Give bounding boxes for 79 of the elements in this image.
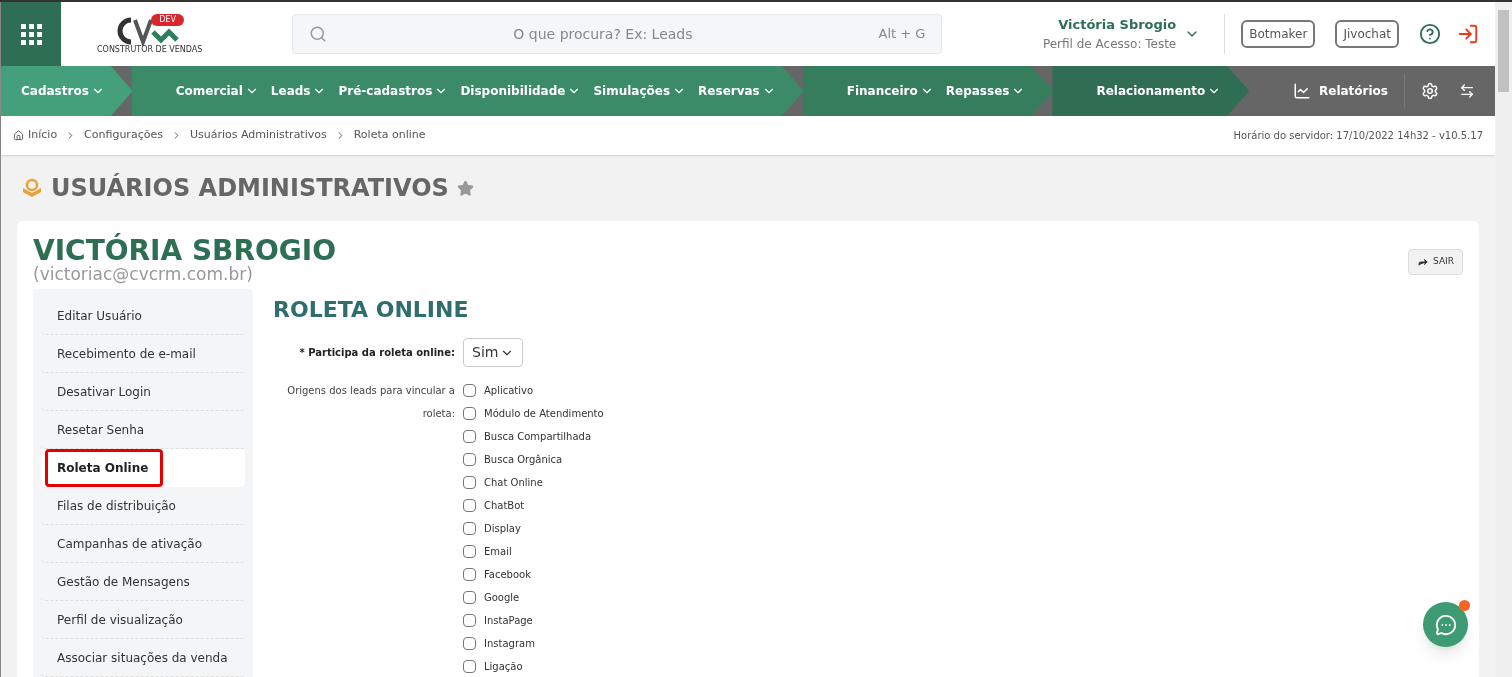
apps-grid-button[interactable] xyxy=(1,2,61,66)
checkbox[interactable] xyxy=(463,499,476,513)
search-input[interactable]: O que procura? Ex: Leads xyxy=(327,23,879,45)
checkbox-option[interactable]: Ligação xyxy=(463,655,604,677)
logout-icon[interactable] xyxy=(1457,23,1479,45)
sidebar-item[interactable]: Perfil de visualização xyxy=(41,601,245,640)
menu-item[interactable]: Financeiro xyxy=(846,82,934,100)
share-arrow-icon xyxy=(1417,256,1430,268)
section-title: ROLETA ONLINE xyxy=(273,296,470,325)
sidebar-item[interactable]: Recebimento de e-mail xyxy=(41,335,245,374)
checkbox[interactable] xyxy=(463,522,476,536)
sidebar-item[interactable]: Filas de distribuição xyxy=(41,487,245,526)
sidebar-item[interactable]: Desativar Login xyxy=(41,373,245,412)
breadcrumb-link[interactable]: Configurações xyxy=(84,127,163,144)
menu-item[interactable]: Reservas xyxy=(698,82,776,100)
sidebar-item[interactable]: Campanhas de ativação xyxy=(41,525,245,564)
checkbox[interactable] xyxy=(463,545,476,559)
checkbox[interactable] xyxy=(463,568,476,582)
menu-item[interactable]: Simulações xyxy=(593,82,687,100)
breadcrumb-link[interactable]: Usuários Administrativos xyxy=(189,127,327,144)
checkbox-option[interactable]: Instagram xyxy=(463,632,604,656)
checkbox[interactable] xyxy=(463,637,476,651)
shortcut-hint: Alt + G xyxy=(878,25,926,44)
gear-box-icon xyxy=(21,178,43,198)
breadcrumb-link[interactable]: Roleta online xyxy=(353,127,426,144)
swap-arrows-icon[interactable] xyxy=(1459,83,1475,99)
chat-bubble-icon xyxy=(1434,613,1457,636)
user-email: (victoriac@cvcrm.com.br) xyxy=(33,264,254,286)
select-field[interactable]: Sim xyxy=(463,338,523,368)
checkbox[interactable] xyxy=(463,430,476,444)
reports-button[interactable]: Relatórios xyxy=(1277,66,1404,116)
checkbox[interactable] xyxy=(463,591,476,605)
field-label: Origens dos leads para vincular a roleta: xyxy=(286,384,456,422)
field-label: * Participa da roleta online: xyxy=(298,346,456,361)
menu-item[interactable]: Relacionamento xyxy=(1096,82,1222,100)
user-name[interactable]: Victória Sbrogio xyxy=(1058,15,1177,35)
checkbox[interactable] xyxy=(463,384,476,398)
checkbox-option[interactable]: Display xyxy=(463,517,604,541)
search-icon xyxy=(309,25,328,43)
line-chart-icon xyxy=(1293,82,1311,100)
checkbox-option[interactable]: Módulo de Atendimento xyxy=(463,402,604,426)
checkbox-option[interactable]: ChatBot xyxy=(463,494,604,518)
checkbox[interactable] xyxy=(463,476,476,490)
home-icon xyxy=(13,130,24,141)
logo-badge: DEV xyxy=(151,14,185,26)
logo-tagline: CONSTRUTOR DE VENDAS xyxy=(97,46,203,54)
checkbox-option[interactable]: InstaPage xyxy=(463,609,604,633)
sidebar-item[interactable]: Editar Usuário xyxy=(41,297,245,336)
menu-item[interactable]: Repasses xyxy=(945,82,1026,100)
menu-item[interactable]: Pré-cadastros xyxy=(338,82,449,100)
checkbox-option[interactable]: Busca Orgânica xyxy=(463,448,604,472)
settings-icon[interactable] xyxy=(1421,82,1439,100)
checkbox-option[interactable]: Facebook xyxy=(463,563,604,587)
checkbox-option[interactable]: Email xyxy=(463,540,604,564)
checkbox-option[interactable]: Google xyxy=(463,586,604,610)
checkbox[interactable] xyxy=(463,660,476,674)
help-icon[interactable] xyxy=(1419,23,1441,45)
header-button[interactable]: Jivochat xyxy=(1335,20,1399,48)
grid-icon xyxy=(20,23,42,45)
checkbox-option[interactable]: Aplicativo xyxy=(463,379,604,403)
user-profile: Perfil de Acesso: Teste xyxy=(1042,35,1177,53)
checkbox[interactable] xyxy=(463,407,476,421)
checkbox[interactable] xyxy=(463,453,476,467)
server-info: Horário do servidor: 17/10/2022 14h32 - v10.5.17 xyxy=(1233,129,1483,143)
checkbox-option[interactable]: Chat Online xyxy=(463,471,604,495)
menu-item[interactable]: Disponibilidade xyxy=(460,82,582,100)
star-icon[interactable] xyxy=(456,179,474,197)
menu-item[interactable]: Comercial xyxy=(175,82,259,100)
logo-mark-icon xyxy=(115,16,180,46)
menu-item[interactable]: Leads xyxy=(270,82,327,100)
checkbox[interactable] xyxy=(463,614,476,628)
sidebar-item[interactable]: Associar situações da venda xyxy=(41,639,245,677)
header-button[interactable]: Botmaker xyxy=(1241,20,1316,48)
sidebar-item[interactable]: Gestão de Mensagens xyxy=(41,563,245,602)
exit-button[interactable]: SAIR xyxy=(1408,249,1463,275)
checkbox-option[interactable]: Busca Compartilhada xyxy=(463,425,604,449)
page-title: USUÁRIOS ADMINISTRATIVOS xyxy=(51,172,449,204)
breadcrumb-link[interactable]: Início xyxy=(28,127,58,144)
user-fullname: VICTÓRIA SBROGIO xyxy=(33,233,336,267)
